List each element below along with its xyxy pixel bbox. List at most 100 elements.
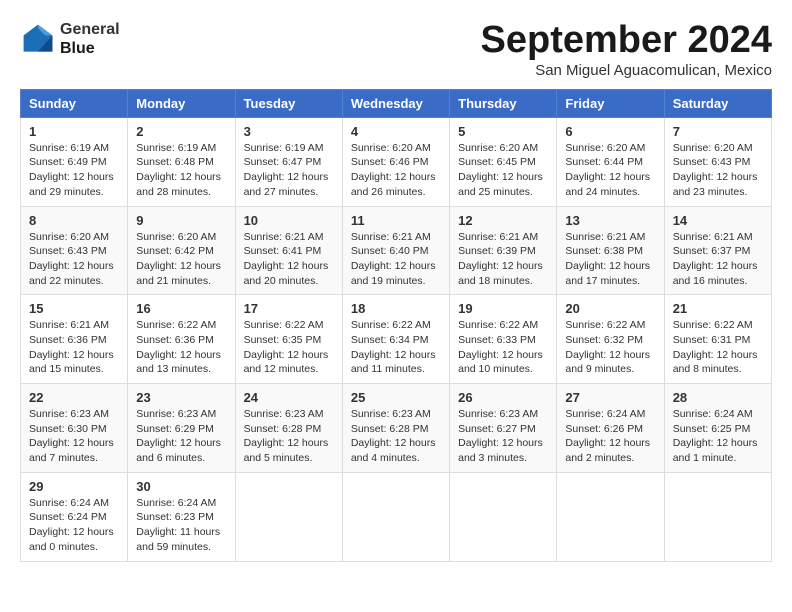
logo-line2: Blue [60,39,120,58]
day-info: Sunrise: 6:20 AMSunset: 6:46 PMDaylight:… [351,141,441,200]
day-number: 17 [244,301,334,316]
day-info: Sunrise: 6:23 AMSunset: 6:28 PMDaylight:… [244,407,334,466]
day-info: Sunrise: 6:20 AMSunset: 6:42 PMDaylight:… [136,230,226,289]
logo-icon [20,21,56,57]
day-info: Sunrise: 6:24 AMSunset: 6:26 PMDaylight:… [565,407,655,466]
day-number: 11 [351,213,441,228]
day-cell: 4 Sunrise: 6:20 AMSunset: 6:46 PMDaylight… [342,117,449,206]
day-info: Sunrise: 6:23 AMSunset: 6:27 PMDaylight:… [458,407,548,466]
weekday-header-wednesday: Wednesday [342,89,449,117]
day-number: 28 [673,390,763,405]
day-cell: 22 Sunrise: 6:23 AMSunset: 6:30 PMDayligh… [21,384,128,473]
day-cell: 15Sunrise: 6:21 AMSunset: 6:36 PMDayligh… [21,295,128,384]
day-cell: 7Sunrise: 6:20 AMSunset: 6:43 PMDaylight… [664,117,771,206]
day-cell: 13Sunrise: 6:21 AMSunset: 6:38 PMDayligh… [557,206,664,295]
day-number: 6 [565,124,655,139]
day-cell [450,472,557,561]
day-number: 30 [136,479,226,494]
day-number: 1 [29,124,119,139]
day-number: 9 [136,213,226,228]
weekday-header-row: SundayMondayTuesdayWednesdayThursdayFrid… [21,89,772,117]
day-cell: 16Sunrise: 6:22 AMSunset: 6:36 PMDayligh… [128,295,235,384]
day-cell [235,472,342,561]
day-cell: 29 Sunrise: 6:24 AMSunset: 6:24 PMDayligh… [21,472,128,561]
day-info: Sunrise: 6:19 AMSunset: 6:49 PMDaylight:… [29,141,119,200]
title-area: September 2024 San Miguel Aguacomulican,… [481,20,773,79]
day-cell: 2Sunrise: 6:19 AMSunset: 6:48 PMDaylight… [128,117,235,206]
day-cell: 10 Sunrise: 6:21 AMSunset: 6:41 PMDayligh… [235,206,342,295]
day-info: Sunrise: 6:20 AMSunset: 6:43 PMDaylight:… [673,141,763,200]
week-row-1: 1 Sunrise: 6:19 AMSunset: 6:49 PMDaylight… [21,117,772,206]
day-number: 25 [351,390,441,405]
day-number: 12 [458,213,548,228]
day-info: Sunrise: 6:21 AMSunset: 6:41 PMDaylight:… [244,230,334,289]
calendar-table: SundayMondayTuesdayWednesdayThursdayFrid… [20,89,772,562]
day-info: Sunrise: 6:24 AMSunset: 6:23 PMDaylight:… [136,496,226,555]
day-number: 16 [136,301,226,316]
day-cell: 14 Sunrise: 6:21 AMSunset: 6:37 PMDayligh… [664,206,771,295]
weekday-header-thursday: Thursday [450,89,557,117]
day-info: Sunrise: 6:21 AMSunset: 6:40 PMDaylight:… [351,230,441,289]
day-cell: 12 Sunrise: 6:21 AMSunset: 6:39 PMDayligh… [450,206,557,295]
day-cell: 24Sunrise: 6:23 AMSunset: 6:28 PMDayligh… [235,384,342,473]
day-number: 3 [244,124,334,139]
day-number: 15 [29,301,119,316]
weekday-header-tuesday: Tuesday [235,89,342,117]
day-number: 18 [351,301,441,316]
day-info: Sunrise: 6:24 AMSunset: 6:24 PMDaylight:… [29,496,119,555]
day-number: 10 [244,213,334,228]
day-info: Sunrise: 6:19 AMSunset: 6:48 PMDaylight:… [136,141,226,200]
week-row-3: 15Sunrise: 6:21 AMSunset: 6:36 PMDayligh… [21,295,772,384]
weekday-header-monday: Monday [128,89,235,117]
weekday-header-friday: Friday [557,89,664,117]
day-cell: 18 Sunrise: 6:22 AMSunset: 6:34 PMDayligh… [342,295,449,384]
day-number: 22 [29,390,119,405]
day-info: Sunrise: 6:22 AMSunset: 6:33 PMDaylight:… [458,318,548,377]
day-cell: 26Sunrise: 6:23 AMSunset: 6:27 PMDayligh… [450,384,557,473]
day-info: Sunrise: 6:21 AMSunset: 6:37 PMDaylight:… [673,230,763,289]
logo: General Blue [20,20,120,58]
day-cell [342,472,449,561]
week-row-2: 8Sunrise: 6:20 AMSunset: 6:43 PMDaylight… [21,206,772,295]
day-cell: 11 Sunrise: 6:21 AMSunset: 6:40 PMDayligh… [342,206,449,295]
day-info: Sunrise: 6:19 AMSunset: 6:47 PMDaylight:… [244,141,334,200]
day-cell: 17 Sunrise: 6:22 AMSunset: 6:35 PMDayligh… [235,295,342,384]
day-cell [557,472,664,561]
day-info: Sunrise: 6:23 AMSunset: 6:30 PMDaylight:… [29,407,119,466]
logo-text: General Blue [60,20,120,58]
day-info: Sunrise: 6:22 AMSunset: 6:34 PMDaylight:… [351,318,441,377]
day-number: 19 [458,301,548,316]
day-cell: 28 Sunrise: 6:24 AMSunset: 6:25 PMDayligh… [664,384,771,473]
day-number: 20 [565,301,655,316]
weekday-header-saturday: Saturday [664,89,771,117]
day-info: Sunrise: 6:22 AMSunset: 6:35 PMDaylight:… [244,318,334,377]
day-number: 27 [565,390,655,405]
day-number: 23 [136,390,226,405]
day-cell: 23 Sunrise: 6:23 AMSunset: 6:29 PMDayligh… [128,384,235,473]
day-cell: 19 Sunrise: 6:22 AMSunset: 6:33 PMDayligh… [450,295,557,384]
day-number: 4 [351,124,441,139]
day-cell: 25Sunrise: 6:23 AMSunset: 6:28 PMDayligh… [342,384,449,473]
day-cell: 8Sunrise: 6:20 AMSunset: 6:43 PMDaylight… [21,206,128,295]
day-info: Sunrise: 6:20 AMSunset: 6:44 PMDaylight:… [565,141,655,200]
day-cell: 21Sunrise: 6:22 AMSunset: 6:31 PMDayligh… [664,295,771,384]
day-number: 14 [673,213,763,228]
logo-line1: General [60,20,120,39]
day-info: Sunrise: 6:21 AMSunset: 6:39 PMDaylight:… [458,230,548,289]
day-info: Sunrise: 6:23 AMSunset: 6:29 PMDaylight:… [136,407,226,466]
day-cell: 27 Sunrise: 6:24 AMSunset: 6:26 PMDayligh… [557,384,664,473]
day-number: 29 [29,479,119,494]
week-row-4: 22 Sunrise: 6:23 AMSunset: 6:30 PMDayligh… [21,384,772,473]
day-cell: 20 Sunrise: 6:22 AMSunset: 6:32 PMDayligh… [557,295,664,384]
day-number: 5 [458,124,548,139]
weekday-header-sunday: Sunday [21,89,128,117]
day-cell: 9 Sunrise: 6:20 AMSunset: 6:42 PMDaylight… [128,206,235,295]
day-cell: 6 Sunrise: 6:20 AMSunset: 6:44 PMDaylight… [557,117,664,206]
day-cell: 3 Sunrise: 6:19 AMSunset: 6:47 PMDaylight… [235,117,342,206]
day-number: 8 [29,213,119,228]
day-info: Sunrise: 6:22 AMSunset: 6:32 PMDaylight:… [565,318,655,377]
day-cell [664,472,771,561]
day-info: Sunrise: 6:24 AMSunset: 6:25 PMDaylight:… [673,407,763,466]
day-cell: 1 Sunrise: 6:19 AMSunset: 6:49 PMDaylight… [21,117,128,206]
day-info: Sunrise: 6:20 AMSunset: 6:45 PMDaylight:… [458,141,548,200]
